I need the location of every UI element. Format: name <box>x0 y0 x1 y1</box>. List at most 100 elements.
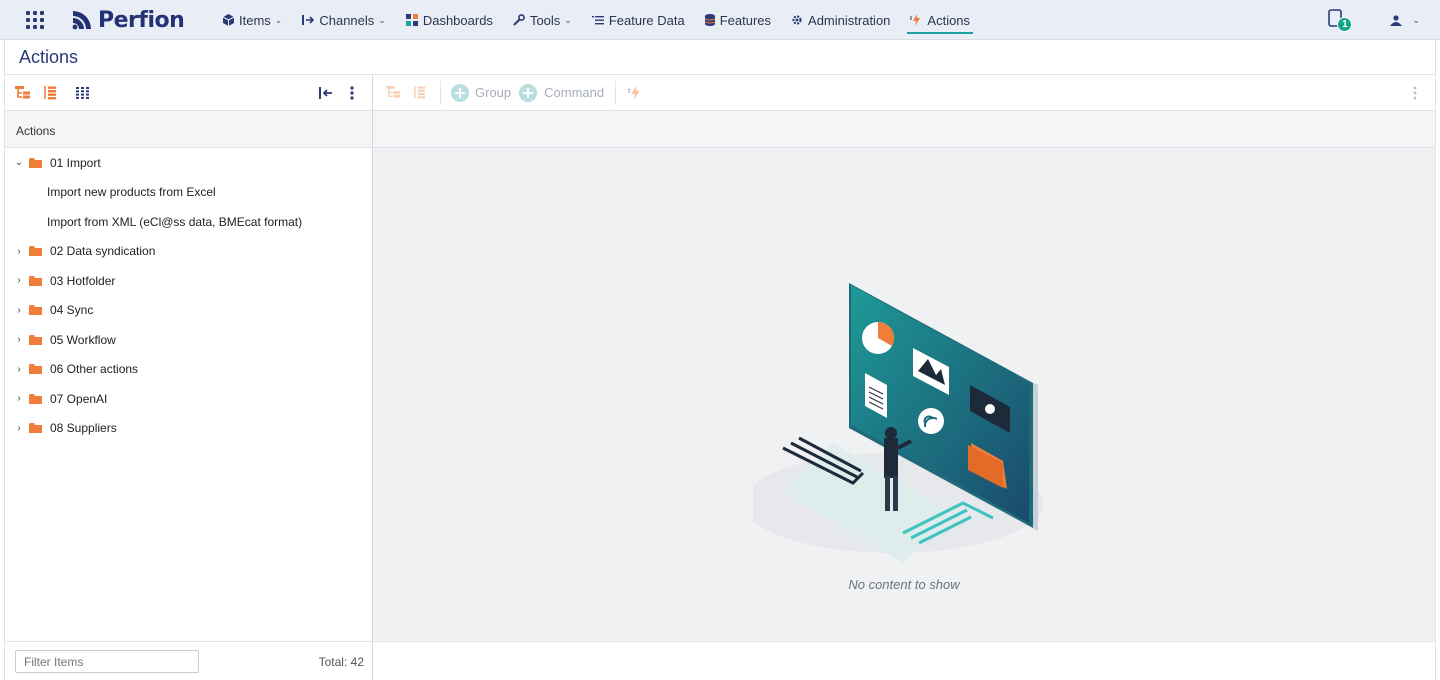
collapse-panel-button[interactable] <box>318 85 334 101</box>
list-view-button[interactable] <box>42 85 58 101</box>
chevron-right-icon[interactable]: › <box>12 334 26 345</box>
notification-badge: 1 <box>1337 17 1353 32</box>
dashboard-icon <box>405 14 418 26</box>
menu-channels-label: Channels <box>319 12 375 28</box>
left-toolbar <box>5 75 372 111</box>
page-title: Actions <box>19 47 79 67</box>
menu-tools[interactable]: Tools ⌄ <box>503 0 582 40</box>
right-panel: Group Command No content to show <box>373 75 1436 680</box>
list-view-button[interactable] <box>413 86 426 99</box>
menu-actions[interactable]: Actions <box>900 0 980 40</box>
menu-items[interactable]: Items ⌄ <box>213 0 292 40</box>
tree-folder-03-hotfolder[interactable]: › 03 Hotfolder <box>5 266 372 296</box>
kebab-menu-icon <box>350 86 354 100</box>
chevron-right-icon[interactable]: › <box>12 305 26 316</box>
tree-folder-label: 08 Suppliers <box>50 421 117 436</box>
tree-view-button[interactable] <box>386 86 401 99</box>
nav-right: 1 ⌄ <box>1326 0 1420 40</box>
add-group-label: Group <box>475 85 512 100</box>
menu-tools-label: Tools <box>529 12 561 28</box>
grid-view-button[interactable] <box>75 85 91 101</box>
menu-dashboards-label: Dashboards <box>422 12 493 28</box>
tree-folder-06-other-actions[interactable]: › 06 Other actions <box>5 355 372 385</box>
gear-icon <box>791 14 803 26</box>
tree-folder-label: 06 Other actions <box>50 362 139 377</box>
top-navigation: Perfion Items ⌄ Channels ⌄ Dashboards To… <box>0 0 1440 40</box>
perfion-logo-icon <box>72 11 91 30</box>
menu-items-label: Items <box>239 12 271 28</box>
export-icon <box>302 15 315 25</box>
chevron-right-icon[interactable]: › <box>12 393 26 404</box>
tree-folder-08-suppliers[interactable]: › 08 Suppliers <box>5 414 372 444</box>
folder-icon <box>29 275 42 286</box>
apps-grid-icon[interactable] <box>26 11 44 29</box>
column-header-actions[interactable]: Actions <box>5 111 372 148</box>
logo-text: Perfion <box>98 7 185 33</box>
chevron-right-icon[interactable]: › <box>12 246 26 257</box>
empty-state: No content to show <box>373 148 1435 641</box>
folder-icon <box>29 393 42 404</box>
filter-items-input[interactable] <box>15 650 199 673</box>
toolbar-divider <box>440 80 441 105</box>
menu-feature-data[interactable]: Feature Data <box>582 0 695 40</box>
folder-icon <box>29 364 42 375</box>
chevron-right-icon[interactable]: › <box>12 275 26 286</box>
main-menu: Items ⌄ Channels ⌄ Dashboards Tools ⌄ Fe… <box>213 0 980 40</box>
tree-folder-label: 01 Import <box>50 155 101 170</box>
tree-view-icon <box>15 86 30 99</box>
menu-channels[interactable]: Channels ⌄ <box>292 0 395 40</box>
list-view-icon <box>414 86 426 99</box>
logo[interactable]: Perfion <box>70 6 185 34</box>
chevron-down-icon: ⌄ <box>378 14 386 25</box>
right-column-header <box>373 111 1435 148</box>
tree-folder-02-data-syndication[interactable]: › 02 Data syndication <box>5 237 372 267</box>
tree-folder-07-openai[interactable]: › 07 OpenAI <box>5 384 372 414</box>
user-menu-button[interactable]: ⌄ <box>1390 15 1420 26</box>
lightning-icon <box>628 85 640 100</box>
tree-item[interactable]: Import new products from Excel <box>5 178 372 208</box>
chevron-right-icon[interactable]: › <box>12 423 26 434</box>
cube-icon <box>223 14 234 26</box>
wrench-icon <box>513 14 525 26</box>
tree-item-label: Import from XML (eCl@ss data, BMEcat for… <box>47 214 303 229</box>
folder-icon <box>29 423 42 434</box>
total-count: Total: 42 <box>318 655 364 669</box>
tree-item[interactable]: Import from XML (eCl@ss data, BMEcat for… <box>5 207 372 237</box>
chevron-down-icon: ⌄ <box>564 14 572 25</box>
right-footer <box>373 641 1435 680</box>
folder-icon <box>29 305 42 316</box>
database-icon <box>704 14 715 26</box>
menu-dashboards[interactable]: Dashboards <box>396 0 503 40</box>
run-action-button[interactable] <box>628 85 642 100</box>
folder-icon <box>29 157 42 168</box>
tree-folder-04-sync[interactable]: › 04 Sync <box>5 296 372 326</box>
tree-view-button[interactable] <box>15 85 31 101</box>
chevron-down-icon[interactable]: ⌄ <box>12 157 26 168</box>
left-panel: Actions ⌄ 01 Import Import new products … <box>4 75 373 680</box>
more-options-button[interactable] <box>1413 86 1417 100</box>
tree-folder-01-import[interactable]: ⌄ 01 Import <box>5 148 372 178</box>
lightning-icon <box>910 14 922 26</box>
tree-folder-label: 05 Workflow <box>50 332 116 347</box>
more-options-button[interactable] <box>344 85 360 101</box>
chevron-down-icon: ⌄ <box>1412 14 1420 25</box>
collapse-left-icon <box>319 87 332 99</box>
list-view-icon <box>44 86 56 100</box>
tree-folder-label: 04 Sync <box>50 303 94 318</box>
notifications-button[interactable]: 1 <box>1326 7 1356 33</box>
list-icon <box>591 15 604 25</box>
tree-folder-05-workflow[interactable]: › 05 Workflow <box>5 325 372 355</box>
plus-circle-icon <box>519 83 538 102</box>
tree-folder-label: 03 Hotfolder <box>50 273 116 288</box>
chevron-right-icon[interactable]: › <box>12 364 26 375</box>
tree-view-icon <box>386 86 400 98</box>
left-footer: Total: 42 <box>5 641 372 680</box>
menu-features[interactable]: Features <box>695 0 781 40</box>
add-command-button[interactable]: Command <box>519 83 604 102</box>
grid-view-icon <box>76 87 89 99</box>
empty-state-illustration <box>753 283 1043 563</box>
tree-folder-label: 07 OpenAI <box>50 391 108 406</box>
add-group-button[interactable]: Group <box>451 83 512 102</box>
menu-administration[interactable]: Administration <box>781 0 900 40</box>
tree-item-label: Import new products from Excel <box>47 185 216 200</box>
